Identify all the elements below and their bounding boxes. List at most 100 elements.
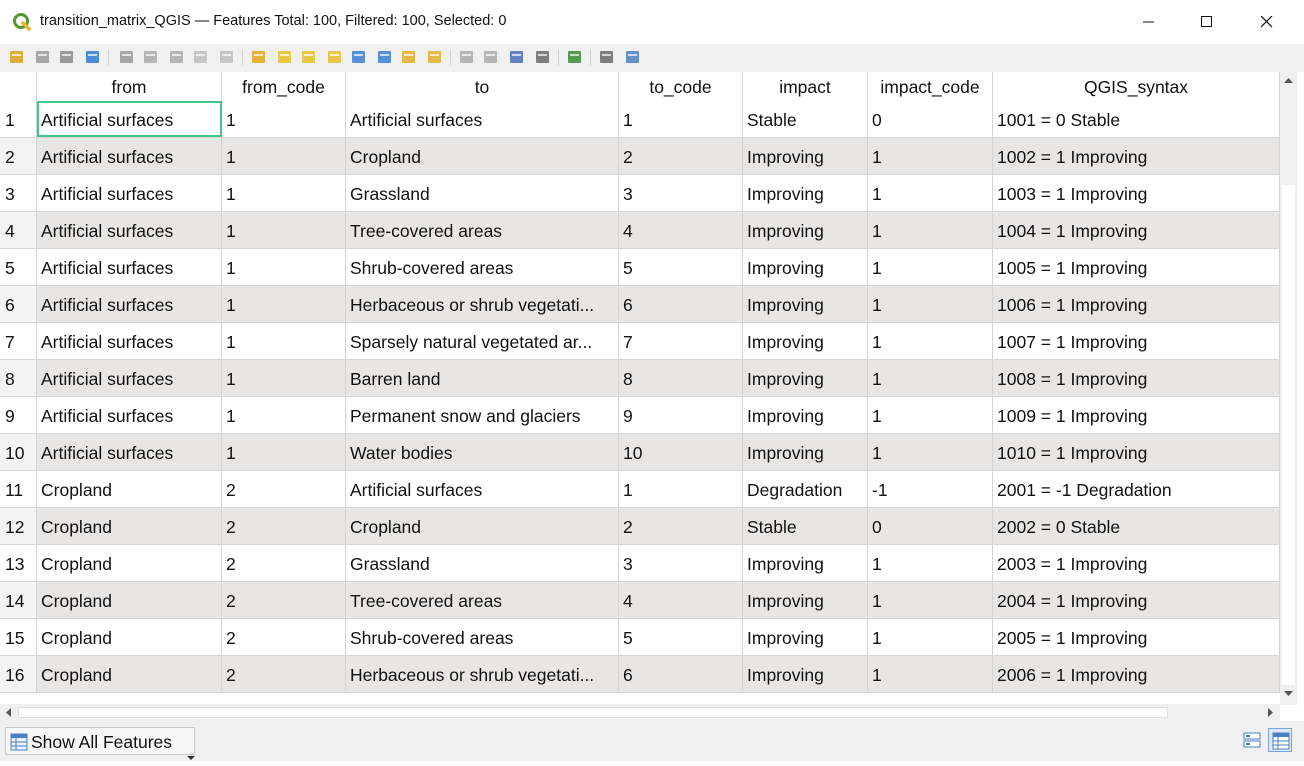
table-cell-to[interactable]: Cropland	[346, 138, 619, 174]
table-cell-qgis_syntax[interactable]: 2001 = -1 Degradation	[993, 471, 1280, 507]
table-cell-qgis_syntax[interactable]: 1003 = 1 Improving	[993, 175, 1280, 211]
row-number[interactable]: 16	[0, 656, 37, 692]
new-field-icon[interactable]	[458, 48, 476, 66]
table-cell-from_code[interactable]: 2	[222, 582, 346, 618]
row-number[interactable]: 4	[0, 212, 37, 248]
add-feature-icon[interactable]	[118, 48, 136, 66]
table-cell-qgis_syntax[interactable]: 1002 = 1 Improving	[993, 138, 1280, 174]
row-number[interactable]: 9	[0, 397, 37, 433]
delete-selected-icon[interactable]	[142, 48, 160, 66]
table-cell-impact[interactable]: Improving	[743, 360, 868, 396]
row-number[interactable]: 1	[0, 101, 37, 137]
row-number[interactable]: 15	[0, 619, 37, 655]
table-cell-impact[interactable]: Improving	[743, 545, 868, 581]
table-cell-from[interactable]: Cropland	[37, 582, 222, 618]
column-header-from[interactable]: from	[37, 72, 222, 101]
table-cell-impact_code[interactable]: 1	[868, 360, 993, 396]
table-cell-from_code[interactable]: 1	[222, 138, 346, 174]
table-cell-qgis_syntax[interactable]: 2005 = 1 Improving	[993, 619, 1280, 655]
table-row[interactable]: 1 Artificial surfaces 1 Artificial surfaces…	[0, 101, 1280, 138]
row-number[interactable]: 2	[0, 138, 37, 174]
column-header-to_code[interactable]: to_code	[619, 72, 743, 101]
horizontal-scrollbar[interactable]	[0, 704, 1280, 721]
table-cell-qgis_syntax[interactable]: 2003 = 1 Improving	[993, 545, 1280, 581]
table-cell-to[interactable]: Permanent snow and glaciers	[346, 397, 619, 433]
table-cell-qgis_syntax[interactable]: 1007 = 1 Improving	[993, 323, 1280, 359]
table-cell-from[interactable]: Cropland	[37, 545, 222, 581]
table-cell-to[interactable]: Barren land	[346, 360, 619, 396]
table-cell-impact_code[interactable]: 0	[868, 508, 993, 544]
row-number[interactable]: 7	[0, 323, 37, 359]
table-cell-from[interactable]: Artificial surfaces	[37, 286, 222, 322]
table-cell-impact[interactable]: Improving	[743, 656, 868, 692]
table-cell-to[interactable]: Water bodies	[346, 434, 619, 470]
table-cell-qgis_syntax[interactable]: 2002 = 0 Stable	[993, 508, 1280, 544]
table-cell-from[interactable]: Cropland	[37, 656, 222, 692]
table-cell-to[interactable]: Grassland	[346, 175, 619, 211]
table-cell-to[interactable]: Herbaceous or shrub vegetati...	[346, 286, 619, 322]
table-cell-qgis_syntax[interactable]: 2004 = 1 Improving	[993, 582, 1280, 618]
table-cell-to_code[interactable]: 4	[619, 212, 743, 248]
table-cell-qgis_syntax[interactable]: 1009 = 1 Improving	[993, 397, 1280, 433]
table-cell-from_code[interactable]: 2	[222, 545, 346, 581]
pan-to-selected-icon[interactable]	[400, 48, 418, 66]
table-row[interactable]: 11 Cropland 2 Artificial surfaces 1 Degradati…	[0, 471, 1280, 508]
toggle-multi-edit-icon[interactable]	[34, 48, 52, 66]
table-cell-impact[interactable]: Improving	[743, 434, 868, 470]
table-cell-to_code[interactable]: 6	[619, 656, 743, 692]
table-cell-impact[interactable]: Improving	[743, 323, 868, 359]
minimize-button[interactable]	[1126, 6, 1172, 38]
scroll-up-icon[interactable]	[1280, 72, 1297, 89]
table-cell-to_code[interactable]: 4	[619, 582, 743, 618]
table-cell-to_code[interactable]: 3	[619, 545, 743, 581]
table-cell-from_code[interactable]: 2	[222, 508, 346, 544]
table-cell-to_code[interactable]: 8	[619, 360, 743, 396]
zoom-to-feature-icon[interactable]	[624, 48, 642, 66]
select-all-icon[interactable]	[276, 48, 294, 66]
table-cell-to_code[interactable]: 1	[619, 471, 743, 507]
table-cell-from[interactable]: Artificial surfaces	[37, 434, 222, 470]
table-cell-impact[interactable]: Improving	[743, 249, 868, 285]
table-cell-from[interactable]: Artificial surfaces	[37, 360, 222, 396]
table-cell-from[interactable]: Artificial surfaces	[37, 249, 222, 285]
table-row[interactable]: 14 Cropland 2 Tree-covered areas 4 Improving 1…	[0, 582, 1280, 619]
table-cell-from_code[interactable]: 1	[222, 434, 346, 470]
table-cell-impact[interactable]: Improving	[743, 286, 868, 322]
zoom-to-selected-icon[interactable]	[426, 48, 444, 66]
table-cell-impact[interactable]: Degradation	[743, 471, 868, 507]
table-cell-from[interactable]: Cropland	[37, 619, 222, 655]
table-row[interactable]: 13 Cropland 2 Grassland 3 Improving 1 2003 = 1 …	[0, 545, 1280, 582]
vertical-scroll-thumb[interactable]	[1282, 185, 1295, 685]
table-cell-to[interactable]: Artificial surfaces	[346, 101, 619, 137]
table-cell-to[interactable]: Tree-covered areas	[346, 582, 619, 618]
table-cell-from_code[interactable]: 1	[222, 101, 346, 137]
copy-icon[interactable]	[192, 48, 210, 66]
table-row[interactable]: 8 Artificial surfaces 1 Barren land 8 Improvi…	[0, 360, 1280, 397]
table-row[interactable]: 6 Artificial surfaces 1 Herbaceous or shrub…	[0, 286, 1280, 323]
scroll-left-icon[interactable]	[0, 704, 17, 721]
table-cell-to[interactable]: Tree-covered areas	[346, 212, 619, 248]
header-corner[interactable]	[0, 72, 37, 101]
cut-icon[interactable]	[168, 48, 186, 66]
table-cell-impact_code[interactable]: 1	[868, 212, 993, 248]
table-row[interactable]: 3 Artificial surfaces 1 Grassland 3 Improving…	[0, 175, 1280, 212]
form-view-button[interactable]	[1240, 728, 1264, 752]
table-cell-impact[interactable]: Improving	[743, 397, 868, 433]
table-cell-impact_code[interactable]: 1	[868, 323, 993, 359]
table-row[interactable]: 15 Cropland 2 Shrub-covered areas 5 Improving…	[0, 619, 1280, 656]
table-cell-to[interactable]: Artificial surfaces	[346, 471, 619, 507]
expression-select-icon[interactable]	[250, 48, 268, 66]
table-cell-from[interactable]: Artificial surfaces	[37, 175, 222, 211]
table-cell-to[interactable]: Herbaceous or shrub vegetati...	[346, 656, 619, 692]
filter-select-icon[interactable]	[350, 48, 368, 66]
table-cell-to_code[interactable]: 3	[619, 175, 743, 211]
table-cell-impact[interactable]: Improving	[743, 582, 868, 618]
save-edits-icon[interactable]	[58, 48, 76, 66]
paste-icon[interactable]	[218, 48, 236, 66]
table-cell-impact[interactable]: Improving	[743, 212, 868, 248]
vertical-scrollbar[interactable]	[1280, 72, 1297, 705]
reload-table-icon[interactable]	[84, 48, 102, 66]
table-cell-from_code[interactable]: 1	[222, 360, 346, 396]
table-row[interactable]: 5 Artificial surfaces 1 Shrub-covered areas…	[0, 249, 1280, 286]
table-cell-to_code[interactable]: 2	[619, 138, 743, 174]
